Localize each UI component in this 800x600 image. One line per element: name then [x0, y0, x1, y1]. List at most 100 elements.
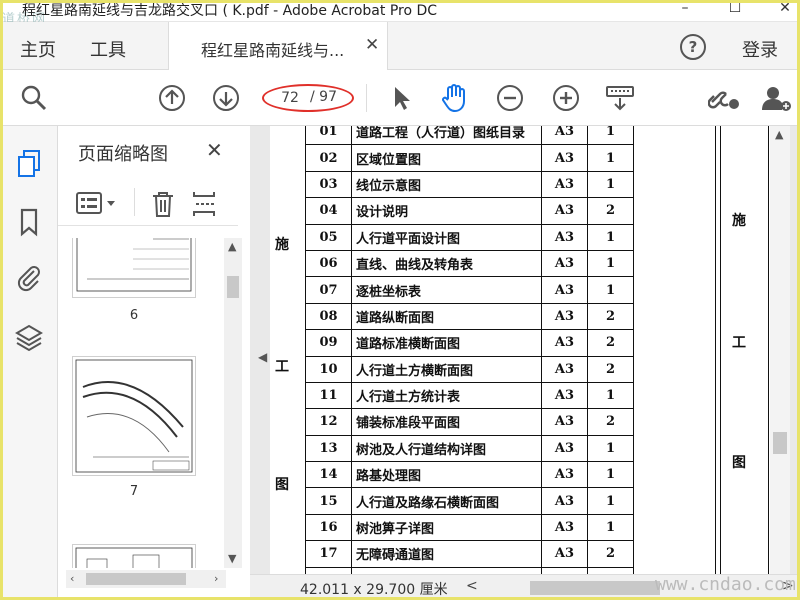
cell-count: 1	[587, 223, 634, 251]
cell-size: A3	[541, 408, 588, 436]
main-toolbar: / 97	[0, 70, 800, 126]
insert-page-icon[interactable]	[192, 190, 218, 222]
cell-size: A3	[541, 355, 588, 383]
next-page-icon[interactable]	[210, 82, 242, 114]
cell-name: 道路标准横断面图	[351, 329, 542, 357]
page-number-input[interactable]	[272, 88, 308, 108]
cell-name: 设计说明	[351, 197, 542, 225]
horizontal-scrollbar-thumb[interactable]	[530, 581, 660, 595]
frame-line	[720, 126, 721, 574]
cell-count: 1	[587, 381, 634, 410]
side-label-right: 图	[732, 455, 746, 471]
cell-no: 04	[305, 197, 352, 225]
cell-name: 路基处理图	[351, 461, 542, 489]
side-label-right: 工	[732, 335, 746, 351]
collapse-panel-icon[interactable]: ◀	[258, 350, 267, 364]
cell-count: 2	[587, 540, 634, 568]
keyboard-scroll-icon[interactable]	[604, 82, 636, 114]
close-tab-icon[interactable]: ✕	[365, 35, 379, 55]
cell-no: 17	[305, 540, 352, 568]
total-pages: / 97	[310, 89, 337, 105]
cell-count: 2	[587, 355, 634, 383]
layers-icon[interactable]	[13, 322, 45, 354]
left-nav-rail	[0, 126, 58, 600]
site-watermark: www.cndao.com	[655, 574, 796, 595]
nav-tools[interactable]: 工具	[90, 36, 126, 62]
minimize-button[interactable]: –	[678, 0, 692, 16]
frame-line	[715, 126, 716, 574]
cell-count: 2	[587, 302, 634, 331]
table-row: 12 铺装标准段平面图 A3 2	[305, 408, 634, 436]
scroll-right-icon[interactable]: ›	[214, 572, 218, 585]
login-button[interactable]: 登录	[742, 36, 778, 62]
options-menu-icon[interactable]	[76, 192, 120, 218]
scroll-up-icon[interactable]: ▲	[228, 240, 236, 253]
zoom-out-icon[interactable]	[494, 82, 526, 114]
cell-no: 01	[305, 126, 352, 146]
scrollbar-thumb[interactable]	[227, 276, 239, 298]
cell-size: A3	[541, 223, 588, 251]
cell-count: 1	[587, 144, 634, 172]
cell-count: 2	[587, 566, 634, 574]
table-row: 15 人行道及路缘石横断面图 A3 1	[305, 487, 634, 515]
cell-count: 1	[587, 126, 634, 146]
panel-separator	[134, 188, 135, 216]
cell-no: 09	[305, 329, 352, 357]
prev-page-icon[interactable]	[156, 82, 188, 114]
document-tab-label: 程红星路南延线与...	[201, 41, 345, 60]
add-user-icon[interactable]	[760, 82, 792, 114]
help-icon[interactable]: ?	[680, 34, 706, 60]
close-window-button[interactable]: ✕	[778, 0, 792, 16]
document-tab[interactable]: 程红星路南延线与... ✕	[168, 22, 388, 70]
cell-size: A3	[541, 566, 588, 574]
search-icon[interactable]	[18, 82, 50, 114]
table-row: 08 道路纵断面图 A3 2	[305, 302, 634, 331]
thumbnail-page[interactable]	[72, 356, 196, 476]
table-row: 18交通设施布置图A32	[305, 566, 634, 574]
share-link-icon[interactable]	[708, 82, 740, 114]
cell-count: 2	[587, 408, 634, 436]
cell-count: 1	[587, 170, 634, 199]
nav-home[interactable]: 主页	[20, 36, 56, 62]
table-row: 09 道路标准横断面图 A3 2	[305, 329, 634, 357]
cell-name: 直线、曲线及转角表	[351, 249, 542, 278]
bookmark-icon[interactable]	[13, 206, 45, 238]
side-label-left: 图	[275, 477, 289, 493]
cell-no: 10	[305, 355, 352, 383]
scrollbar-thumb[interactable]	[773, 432, 787, 454]
scrollbar-thumb[interactable]	[86, 573, 186, 585]
cell-no: 08	[305, 302, 352, 331]
scroll-left-icon[interactable]: ‹	[70, 572, 74, 585]
cell-no: 16	[305, 513, 352, 542]
cell-size: A3	[541, 144, 588, 172]
thumbnail-horizontal-scrollbar[interactable]: ‹ ›	[66, 570, 226, 588]
cell-name: 逐桩坐标表	[351, 276, 542, 304]
cell-no: 12	[305, 408, 352, 436]
maximize-button[interactable]: ☐	[728, 0, 742, 16]
cell-no: 11	[305, 381, 352, 410]
thumbnail-list: 6 7	[58, 238, 222, 568]
attachment-icon[interactable]	[13, 262, 45, 294]
cell-name: 交通设施布置图	[351, 566, 542, 574]
cell-size: A3	[541, 434, 588, 463]
cell-name: 铺装标准段平面图	[351, 408, 542, 436]
cell-name: 人行道土方统计表	[351, 381, 542, 410]
delete-page-icon[interactable]	[150, 190, 176, 222]
hand-tool-icon[interactable]	[438, 82, 470, 114]
scroll-up-icon[interactable]: ▲	[775, 128, 783, 141]
cell-name: 区域位置图	[351, 144, 542, 172]
thumbnail-page[interactable]	[72, 544, 196, 568]
thumbnail-page[interactable]	[72, 238, 196, 298]
zoom-in-icon[interactable]	[550, 82, 582, 114]
cell-count: 1	[587, 276, 634, 304]
page-thumbnails-icon[interactable]	[13, 148, 45, 180]
cell-name: 无障碍通道图	[351, 540, 542, 568]
scroll-left-icon[interactable]: <	[466, 578, 478, 594]
scroll-down-icon[interactable]: ▼	[228, 552, 236, 565]
close-panel-icon[interactable]: ✕	[206, 138, 223, 162]
document-vertical-scrollbar[interactable]: ▲	[770, 126, 790, 574]
table-row: 13 树池及人行道结构详图 A3 1	[305, 434, 634, 463]
thumbnail-vertical-scrollbar[interactable]: ▲ ▼	[224, 238, 242, 568]
select-cursor-icon[interactable]	[386, 82, 418, 114]
cell-name: 道路工程（人行道）图纸目录	[351, 126, 542, 146]
